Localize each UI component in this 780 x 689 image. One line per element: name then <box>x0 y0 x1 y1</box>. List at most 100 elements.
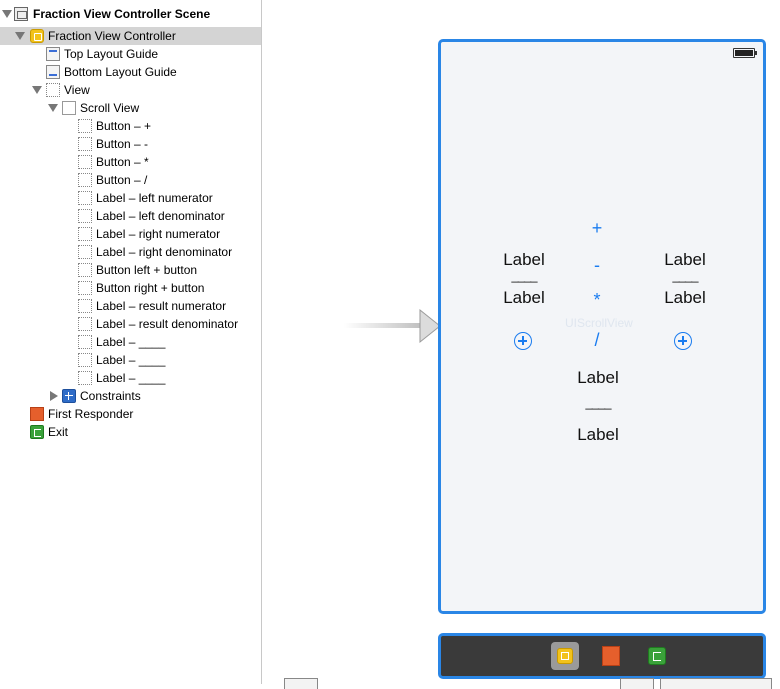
view-controller-frame[interactable]: UIScrollView Label ____ Label Label ____… <box>438 39 766 614</box>
label-icon <box>78 353 92 367</box>
outline-row-button-left-plus[interactable]: Button left + button <box>0 261 261 279</box>
outline-label: Button right + button <box>96 281 205 295</box>
outline-row-label-result-numerator[interactable]: Label – result numerator <box>0 297 261 315</box>
outline-label: Button left + button <box>96 263 198 277</box>
outline-label: Button – * <box>96 155 149 169</box>
label-left-denominator[interactable]: Label <box>494 288 554 308</box>
outline-label: First Responder <box>48 407 134 421</box>
battery-icon <box>733 48 757 58</box>
outline-row-label-left-denominator[interactable]: Label – left denominator <box>0 207 261 225</box>
disclosure-triangle-icon[interactable] <box>2 10 12 18</box>
outline-label: Button – / <box>96 173 148 187</box>
label-right-line[interactable]: ____ <box>655 268 715 283</box>
outline-row-label-right-denominator[interactable]: Label – right denominator <box>0 243 261 261</box>
layout-guide-icon <box>46 65 60 79</box>
dock-exit[interactable] <box>643 642 671 670</box>
outline-label: Top Layout Guide <box>64 47 159 61</box>
constraints-icon <box>62 389 76 403</box>
outline-label: Label – result denominator <box>96 317 239 331</box>
layout-guide-icon <box>46 47 60 61</box>
left-add-button[interactable] <box>514 332 532 350</box>
outline-row-label-left-numerator[interactable]: Label – left numerator <box>0 189 261 207</box>
outline-label: Label – left numerator <box>96 191 213 205</box>
label-left-numerator[interactable]: Label <box>494 250 554 270</box>
dock-view-controller[interactable] <box>551 642 579 670</box>
outline-row-button-minus[interactable]: Button – - <box>0 135 261 153</box>
label-icon <box>78 299 92 313</box>
outline-row-label-right-numerator[interactable]: Label – right numerator <box>0 225 261 243</box>
divide-operator-button[interactable]: / <box>582 330 612 351</box>
outline-row-constraints[interactable]: Constraints <box>0 387 261 405</box>
view-controller-icon <box>30 29 44 43</box>
outline-label: Button – + <box>96 119 152 133</box>
outline-row-exit[interactable]: Exit <box>0 423 261 441</box>
label-icon <box>78 371 92 385</box>
outline-row-label-line-2[interactable]: Label – ____ <box>0 351 261 369</box>
button-icon <box>78 173 92 187</box>
initial-entry-arrow-icon <box>344 308 440 344</box>
label-result-line[interactable]: ____ <box>568 395 628 410</box>
outline-label: Bottom Layout Guide <box>64 65 177 79</box>
outline-row-view-controller[interactable]: Fraction View Controller <box>0 27 261 45</box>
label-result-denominator[interactable]: Label <box>568 425 628 445</box>
document-outline: Fraction View Controller Scene Fraction … <box>0 0 262 684</box>
outline-label: Label – ____ <box>96 353 166 367</box>
scroll-view-icon <box>62 101 76 115</box>
disclosure-triangle-icon[interactable] <box>48 104 58 112</box>
exit-icon <box>648 647 666 665</box>
scroll-view-hint: UIScrollView <box>565 316 633 330</box>
outline-label: Label – result numerator <box>96 299 227 313</box>
outline-row-view[interactable]: View <box>0 81 261 99</box>
button-icon <box>78 281 92 295</box>
label-icon <box>78 317 92 331</box>
outline-label: Scroll View <box>80 101 140 115</box>
label-left-line[interactable]: ____ <box>494 268 554 283</box>
outline-label: Fraction View Controller <box>48 29 176 43</box>
first-responder-icon <box>30 407 44 421</box>
outline-label: Exit <box>48 425 69 439</box>
outline-row-button-right-plus[interactable]: Button right + button <box>0 279 261 297</box>
view-controller-icon <box>557 648 573 664</box>
multiply-operator-button[interactable]: * <box>582 290 612 311</box>
outline-row-button-mult[interactable]: Button – * <box>0 153 261 171</box>
outline-row-label-result-denominator[interactable]: Label – result denominator <box>0 315 261 333</box>
button-icon <box>78 155 92 169</box>
label-icon <box>78 191 92 205</box>
outline-label: Label – ____ <box>96 371 166 385</box>
disclosure-triangle-icon[interactable] <box>50 391 58 401</box>
label-right-numerator[interactable]: Label <box>655 250 715 270</box>
outline-label: Fraction View Controller Scene <box>33 7 211 21</box>
minus-operator-button[interactable]: - <box>582 255 612 276</box>
label-result-numerator[interactable]: Label <box>568 368 628 388</box>
exit-icon <box>30 425 44 439</box>
disclosure-triangle-icon[interactable] <box>32 86 42 94</box>
label-icon <box>78 227 92 241</box>
disclosure-triangle-icon[interactable] <box>15 32 25 40</box>
outline-row-scroll-view[interactable]: Scroll View <box>0 99 261 117</box>
button-icon <box>78 137 92 151</box>
outline-row-top-layout-guide[interactable]: Top Layout Guide <box>0 45 261 63</box>
outline-row-button-plus[interactable]: Button – + <box>0 117 261 135</box>
scene-icon <box>14 7 28 21</box>
outline-label: Label – ____ <box>96 335 166 349</box>
outline-row-label-line-3[interactable]: Label – ____ <box>0 369 261 387</box>
dock-first-responder[interactable] <box>597 642 625 670</box>
outline-row-bottom-layout-guide[interactable]: Bottom Layout Guide <box>0 63 261 81</box>
outline-row-button-div[interactable]: Button – / <box>0 171 261 189</box>
outline-row-label-line-1[interactable]: Label – ____ <box>0 333 261 351</box>
label-icon <box>78 245 92 259</box>
outline-label: Constraints <box>80 389 141 403</box>
right-add-button[interactable] <box>674 332 692 350</box>
outline-label: Label – right denominator <box>96 245 233 259</box>
outline-label: Button – - <box>96 137 149 151</box>
outline-row-scene[interactable]: Fraction View Controller Scene <box>0 5 261 23</box>
scene-dock <box>438 633 766 679</box>
label-right-denominator[interactable]: Label <box>655 288 715 308</box>
outline-label: View <box>64 83 90 97</box>
outline-label: Label – right numerator <box>96 227 221 241</box>
label-icon <box>78 335 92 349</box>
outline-label: Label – left denominator <box>96 209 225 223</box>
outline-row-first-responder[interactable]: First Responder <box>0 405 261 423</box>
view-icon <box>46 83 60 97</box>
plus-operator-button[interactable]: + <box>582 218 612 239</box>
